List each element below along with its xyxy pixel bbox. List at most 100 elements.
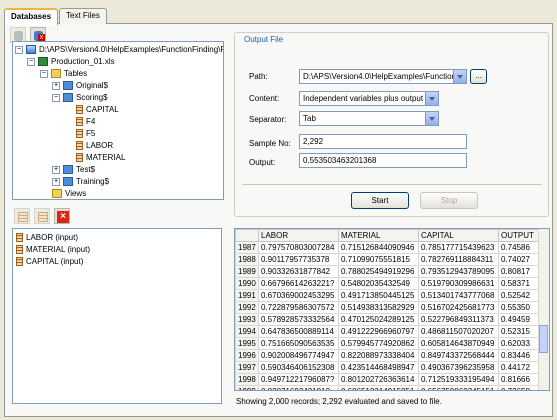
table-cell[interactable]: 0.491222966960797: [338, 325, 419, 338]
tree-node-tables[interactable]: − Tables: [40, 68, 87, 79]
table-row[interactable]: 1996 0.902008496774947 0.822088973338404 0.…: [235, 349, 543, 362]
path-select[interactable]: D:\APS\Version4.0\HelpExamples\FunctionF: [299, 69, 467, 84]
table-cell[interactable]: 0.751665090563535: [258, 337, 339, 350]
table-cell[interactable]: 0.486811507020207: [418, 325, 499, 338]
list-item[interactable]: LABOR (input): [16, 232, 78, 243]
table-row[interactable]: 1989 0.90332631877842 0.788025494919296 0.7…: [235, 265, 543, 278]
table-cell[interactable]: 0.902008496774947: [258, 349, 339, 362]
table-cell[interactable]: 0.81666: [498, 373, 543, 386]
expand-icon[interactable]: +: [52, 177, 60, 186]
table-row[interactable]: 1987 0.797570803007284 0.715126844090946 0.…: [235, 241, 543, 254]
browse-button[interactable]: ...: [470, 69, 487, 84]
table-row[interactable]: 1998 0.94971221796087? 0.801202726363614 0.…: [235, 373, 543, 386]
table-cell[interactable]: 0.55350: [498, 301, 543, 314]
tree-node-column[interactable]: F5: [76, 128, 95, 139]
column-header[interactable]: OUTPUT: [498, 229, 543, 242]
table-cell[interactable]: 0.58371: [498, 277, 543, 290]
chevron-down-icon[interactable]: [425, 112, 438, 125]
row-header[interactable]: 1998: [235, 373, 259, 386]
table-cell[interactable]: 0.522796849311373: [418, 313, 499, 326]
table-cell[interactable]: 0.423514468498947: [338, 361, 419, 374]
tab-databases[interactable]: Databases: [4, 8, 59, 25]
table-cell[interactable]: 0.849743372568444: [418, 349, 499, 362]
list-item[interactable]: CAPITAL (input): [16, 256, 83, 267]
table-cell[interactable]: 0.516702425681773: [418, 301, 499, 314]
table-cell[interactable]: 0.514938313582929: [338, 301, 419, 314]
output-field[interactable]: 0.553503463201368: [299, 153, 467, 168]
table-cell[interactable]: 0.822088973338404: [338, 349, 419, 362]
table-cell[interactable]: 0.52315: [498, 325, 543, 338]
tree-node-table[interactable]: + Training$: [52, 176, 109, 187]
table-cell[interactable]: 0.80817: [498, 265, 543, 278]
table-cell[interactable]: 0.670369002453295: [258, 289, 339, 302]
sample-field[interactable]: 2,292: [299, 134, 467, 149]
collapse-icon[interactable]: −: [27, 57, 35, 66]
column-header[interactable]: CAPITAL: [418, 229, 499, 242]
table-row[interactable]: 1993 0.578928573332564 0.470125024289125 0.…: [235, 313, 543, 326]
table-cell[interactable]: 0.73658: [498, 385, 543, 390]
chevron-down-icon[interactable]: [425, 92, 438, 105]
table-cell[interactable]: 0.44172: [498, 361, 543, 374]
tree-node-table[interactable]: − Scoring$: [52, 92, 108, 103]
table-cell[interactable]: 0.656759860245151: [418, 385, 499, 390]
tab-text-files[interactable]: Text Files: [59, 8, 107, 24]
table-row[interactable]: 1991 0.670369002453295 0.491713850445125 0.…: [235, 289, 543, 302]
table-cell[interactable]: 0.52542: [498, 289, 543, 302]
table-cell[interactable]: 0.788025494919296: [338, 265, 419, 278]
table-cell[interactable]: 0.782769118884311: [418, 253, 499, 266]
tree-node-column[interactable]: MATERIAL: [76, 152, 125, 163]
table-cell[interactable]: 0.801202726363614: [338, 373, 419, 386]
separator-select[interactable]: Tab: [299, 111, 439, 126]
delete-variable-button[interactable]: ×: [54, 208, 70, 224]
table-cell[interactable]: 0.722879586307572: [258, 301, 339, 314]
row-header[interactable]: 1996: [235, 349, 259, 362]
table-row[interactable]: 1995 0.751665090563535 0.579945774920862 0.…: [235, 337, 543, 350]
table-cell[interactable]: 0.712519333195494: [418, 373, 499, 386]
table-row[interactable]: 1997 0.590346406152308 0.423514468498947 0.…: [235, 361, 543, 374]
column-header[interactable]: LABOR: [258, 229, 339, 242]
table-cell[interactable]: 0.90117957735378: [258, 253, 339, 266]
tree-node-file[interactable]: − Production_01.xls: [27, 56, 115, 67]
table-cell[interactable]: 0.491713850445125: [338, 289, 419, 302]
expand-icon[interactable]: +: [52, 81, 60, 90]
row-header[interactable]: 1989: [235, 265, 259, 278]
tree-node-table[interactable]: + Test$: [52, 164, 95, 175]
row-header[interactable]: 1992: [235, 301, 259, 314]
table-cell[interactable]: 0.519790309986631: [418, 277, 499, 290]
expand-icon[interactable]: +: [52, 165, 60, 174]
table-cell[interactable]: 0.578928573332564: [258, 313, 339, 326]
row-header[interactable]: 1987: [235, 241, 259, 254]
edit-variable-button[interactable]: [34, 208, 50, 224]
scrollbar-thumb[interactable]: [539, 325, 548, 353]
table-cell[interactable]: 0.590346406152308: [258, 361, 339, 374]
table-cell[interactable]: 0.74027: [498, 253, 543, 266]
stop-button[interactable]: Stop: [420, 192, 478, 209]
table-row[interactable]: 1990 0.66796614263221? 0.54802035432549 0.5…: [235, 277, 543, 290]
table-cell[interactable]: 0.793512943789095: [418, 265, 499, 278]
collapse-icon[interactable]: −: [40, 69, 48, 78]
database-tree[interactable]: − D:\APS\Version4.0\HelpExamples\Functio…: [12, 41, 224, 200]
table-cell[interactable]: 0.579945774920862: [338, 337, 419, 350]
table-row[interactable]: 1992 0.722879586307572 0.514938313582929 0.…: [235, 301, 543, 314]
table-cell[interactable]: 0.54802035432549: [338, 277, 419, 290]
row-header[interactable]: 1988: [235, 253, 259, 266]
table-cell[interactable]: 0.49459: [498, 313, 543, 326]
table-cell[interactable]: 0.83446: [498, 349, 543, 362]
table-cell[interactable]: 0.605814643870949: [418, 337, 499, 350]
collapse-icon[interactable]: −: [15, 45, 23, 54]
table-cell[interactable]: 0.90332631877842: [258, 265, 339, 278]
table-cell[interactable]: 0.66796614263221?: [258, 277, 339, 290]
column-header[interactable]: MATERIAL: [338, 229, 419, 242]
row-header[interactable]: 1993: [235, 313, 259, 326]
tree-node-views[interactable]: Views: [52, 188, 86, 199]
row-header[interactable]: 1999: [235, 385, 259, 390]
content-select[interactable]: Independent variables plus output: [299, 91, 439, 106]
table-cell[interactable]: 0.715126844090946: [338, 241, 419, 254]
row-header[interactable]: 1990: [235, 277, 259, 290]
table-row[interactable]: 19990.8307169342181?0.6865123149158510.6…: [235, 385, 543, 390]
selected-variables-list[interactable]: LABOR (input) MATERIAL (input) CAPITAL (…: [12, 228, 222, 404]
tree-node-column[interactable]: F4: [76, 116, 95, 127]
table-row[interactable]: 1994 0.647836500889114 0.491222966960797 0.…: [235, 325, 543, 338]
column-header[interactable]: [235, 229, 259, 242]
tree-node-table[interactable]: + Original$: [52, 80, 108, 91]
